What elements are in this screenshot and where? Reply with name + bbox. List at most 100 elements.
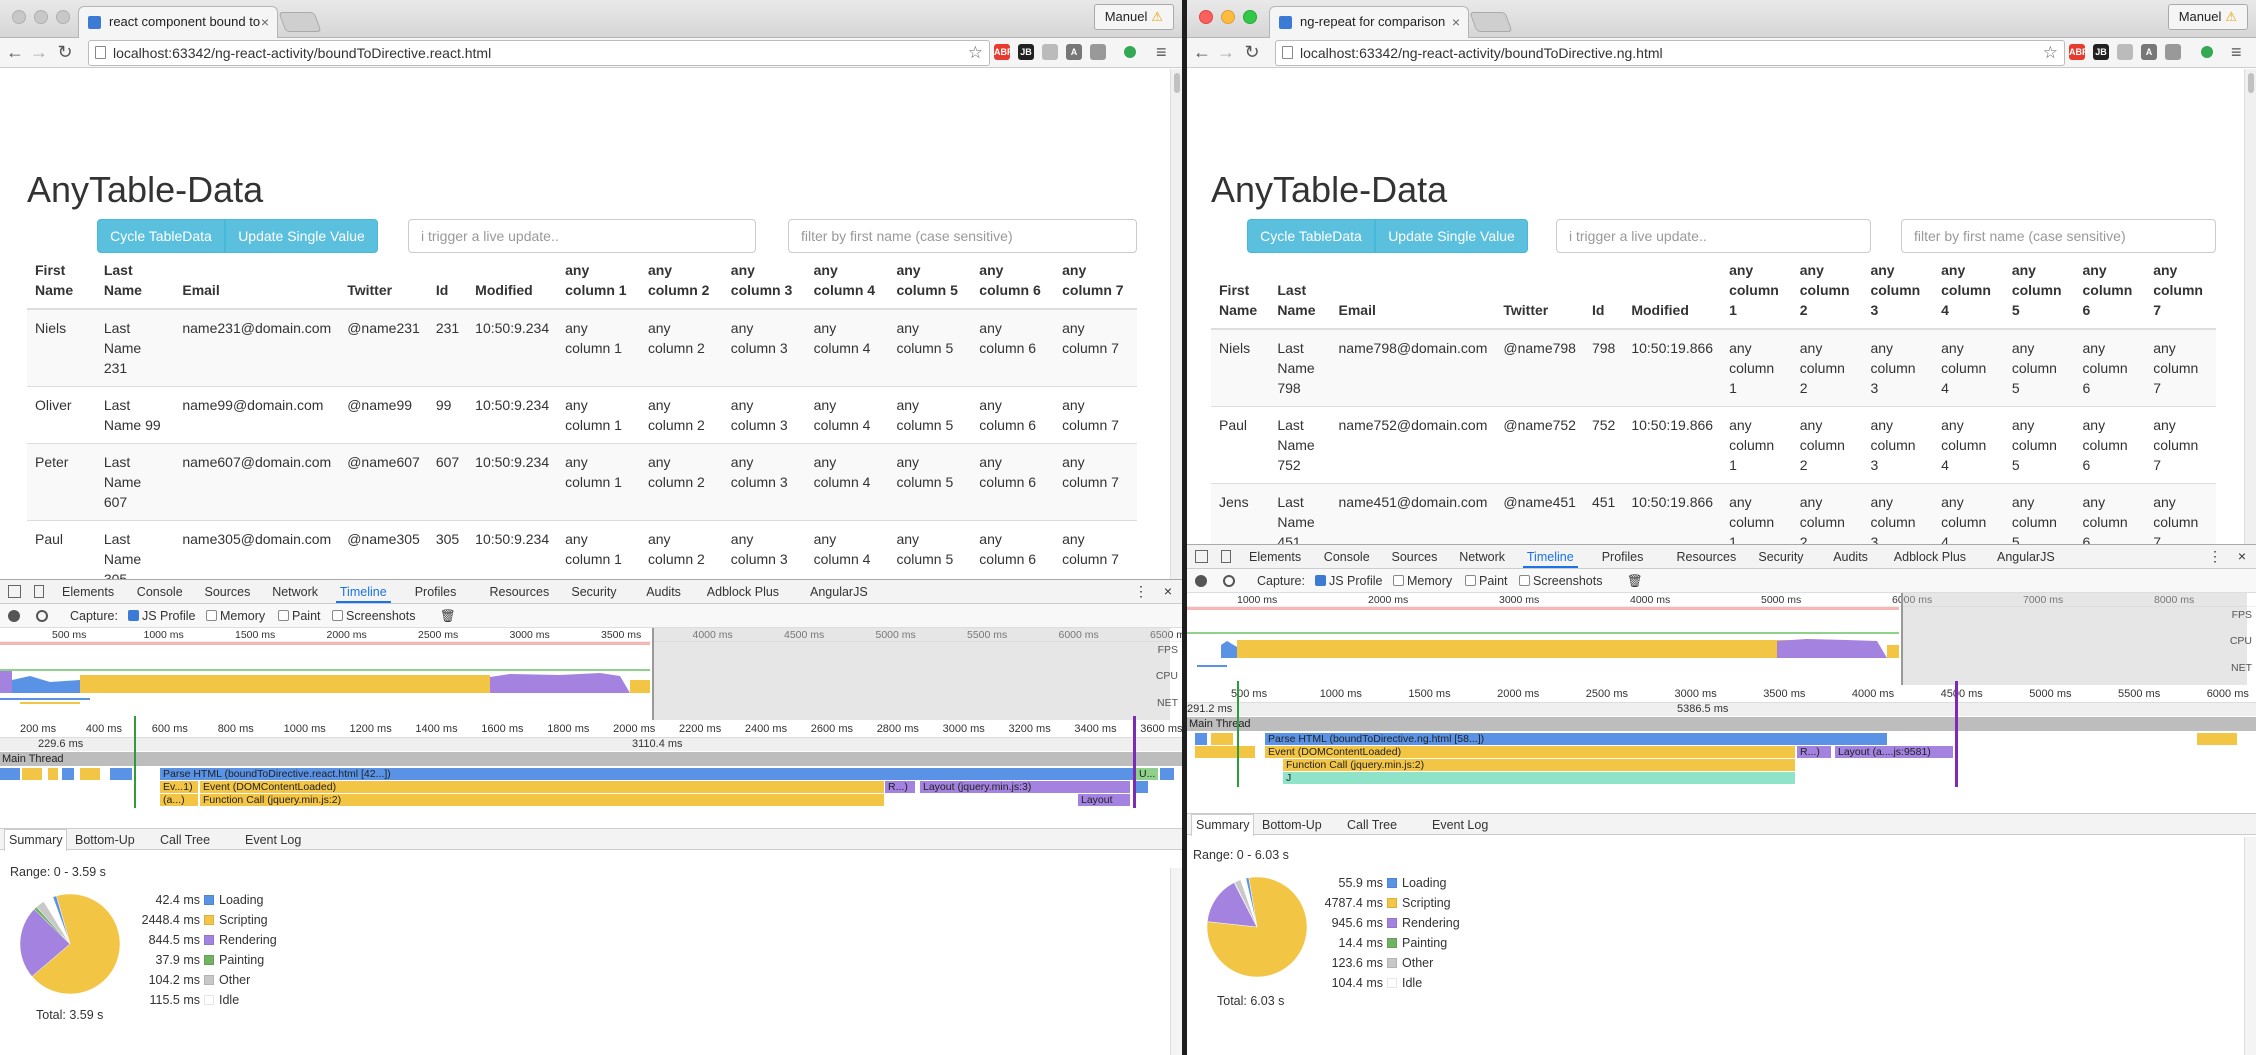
cycle-tabledata-button[interactable]: Cycle TableData bbox=[1247, 219, 1375, 253]
status-dot-icon[interactable] bbox=[2201, 46, 2213, 58]
summary-tab[interactable]: Bottom-Up bbox=[1262, 818, 1322, 832]
browser-tab[interactable]: react component bound to × bbox=[78, 6, 278, 38]
minimize-window-button[interactable] bbox=[34, 10, 48, 24]
devtools-tab[interactable]: Security bbox=[1758, 550, 1803, 564]
profile-button[interactable]: Manuel ⚠ bbox=[2167, 4, 2248, 30]
devtools-tab[interactable]: Profiles bbox=[415, 585, 457, 599]
devtools-tab[interactable]: Sources bbox=[205, 585, 251, 599]
inspect-icon[interactable] bbox=[8, 585, 21, 598]
devtools-tab[interactable]: Console bbox=[137, 585, 183, 599]
zoom-window-button[interactable] bbox=[56, 10, 70, 24]
reload-icon[interactable]: ↻ bbox=[54, 42, 76, 63]
function-call-event[interactable]: Function Call (jquery.min.js:2) bbox=[200, 794, 884, 806]
record-icon[interactable] bbox=[8, 610, 20, 622]
devtools-tab[interactable]: Elements bbox=[1249, 550, 1301, 564]
main-thread-label[interactable]: Main Thread bbox=[1187, 717, 2256, 731]
recalc-event[interactable]: R...) bbox=[885, 781, 915, 793]
devtools-tab[interactable]: Audits bbox=[1833, 550, 1868, 564]
extension-icon[interactable] bbox=[2117, 44, 2133, 60]
layout-jquery-event[interactable]: Layout (jquery.min.js:3) bbox=[920, 781, 1130, 793]
jetbrains-icon[interactable]: JB bbox=[1018, 44, 1034, 60]
status-dot-icon[interactable] bbox=[1124, 46, 1136, 58]
device-mode-icon[interactable] bbox=[34, 585, 44, 598]
update-single-value-button[interactable]: Update Single Value bbox=[225, 219, 378, 253]
summary-tab[interactable]: Summary bbox=[4, 829, 68, 851]
function-call-event[interactable]: Function Call (jquery.min.js:2) bbox=[1283, 759, 1795, 771]
paint-checkbox[interactable]: Paint bbox=[1465, 574, 1508, 588]
j-event[interactable]: J bbox=[1283, 772, 1795, 784]
domcontentloaded-event[interactable]: Event (DOMContentLoaded) bbox=[200, 781, 884, 793]
short-event[interactable]: U... bbox=[1136, 768, 1158, 780]
adblock-plus-icon[interactable]: ABP bbox=[2069, 44, 2088, 60]
anon-event[interactable]: (a...) bbox=[160, 794, 198, 806]
page-scrollbar[interactable] bbox=[2244, 69, 2256, 544]
forward-icon[interactable]: → bbox=[1215, 42, 1237, 63]
summary-tab[interactable]: Call Tree bbox=[160, 833, 210, 847]
devtools-tab[interactable]: Profiles bbox=[1602, 550, 1644, 564]
live-update-input[interactable]: i trigger a live update.. bbox=[1556, 219, 1871, 253]
trash-icon[interactable]: 🗑 bbox=[440, 609, 456, 624]
devtools-tab[interactable]: Console bbox=[1324, 550, 1370, 564]
more-options-icon[interactable]: ⋮ bbox=[1134, 583, 1148, 600]
live-update-input[interactable]: i trigger a live update.. bbox=[408, 219, 756, 253]
layout-event[interactable]: Layout bbox=[1078, 794, 1130, 806]
menu-icon[interactable]: ≡ bbox=[1156, 42, 1167, 63]
more-options-icon[interactable]: ⋮ bbox=[2208, 548, 2222, 565]
extension-icon[interactable] bbox=[1090, 44, 1106, 60]
close-devtools-icon[interactable]: × bbox=[1164, 583, 1172, 599]
tab-close-icon[interactable]: × bbox=[261, 7, 269, 37]
devtools-tab[interactable]: Adblock Plus bbox=[707, 585, 779, 599]
js-profile-checkbox[interactable]: JS Profile bbox=[1315, 574, 1383, 588]
devtools-tab[interactable]: Timeline bbox=[335, 585, 391, 603]
update-single-value-button[interactable]: Update Single Value bbox=[1375, 219, 1528, 253]
tab-close-icon[interactable]: × bbox=[1452, 7, 1460, 37]
summary-tab[interactable]: Call Tree bbox=[1347, 818, 1397, 832]
memory-checkbox[interactable]: Memory bbox=[206, 609, 265, 623]
memory-checkbox[interactable]: Memory bbox=[1393, 574, 1452, 588]
js-profile-checkbox[interactable]: JS Profile bbox=[128, 609, 196, 623]
summary-tab[interactable]: Event Log bbox=[245, 833, 301, 847]
angularjs-icon[interactable]: A bbox=[1066, 44, 1082, 60]
devtools-tab[interactable]: Adblock Plus bbox=[1894, 550, 1966, 564]
trash-icon[interactable]: 🗑 bbox=[1627, 574, 1643, 589]
close-devtools-icon[interactable]: × bbox=[2238, 548, 2246, 564]
clear-icon[interactable] bbox=[36, 610, 48, 622]
adblock-plus-icon[interactable]: ABP bbox=[994, 44, 1013, 60]
summary-tab[interactable]: Summary bbox=[1191, 814, 1255, 836]
new-tab-button[interactable] bbox=[1469, 12, 1513, 32]
extension-icon[interactable] bbox=[1042, 44, 1058, 60]
browser-tab[interactable]: ng-repeat for comparison × bbox=[1269, 6, 1469, 38]
summary-tab[interactable]: Event Log bbox=[1432, 818, 1488, 832]
inspect-icon[interactable] bbox=[1195, 550, 1208, 563]
back-icon[interactable]: ← bbox=[4, 42, 26, 63]
address-bar[interactable]: localhost:63342/ng-react-activity/boundT… bbox=[88, 40, 990, 66]
jetbrains-icon[interactable]: JB bbox=[2093, 44, 2109, 60]
extension-icon[interactable] bbox=[2165, 44, 2181, 60]
devtools-tab[interactable]: Security bbox=[571, 585, 616, 599]
close-window-button[interactable] bbox=[12, 10, 26, 24]
zoom-window-button[interactable] bbox=[1243, 10, 1257, 24]
bookmark-star-icon[interactable]: ☆ bbox=[968, 41, 983, 65]
bookmark-star-icon[interactable]: ☆ bbox=[2043, 41, 2058, 65]
devtools-tab[interactable]: Timeline bbox=[1522, 550, 1578, 568]
summary-tab[interactable]: Bottom-Up bbox=[75, 833, 135, 847]
domcontentloaded-event[interactable]: Event (DOMContentLoaded) bbox=[1265, 746, 1795, 758]
parse-html-event[interactable]: Parse HTML (boundToDirective.react.html … bbox=[160, 768, 1135, 780]
screenshots-checkbox[interactable]: Screenshots bbox=[332, 609, 415, 623]
screenshots-checkbox[interactable]: Screenshots bbox=[1519, 574, 1602, 588]
parse-html-event[interactable]: Parse HTML (boundToDirective.ng.html [58… bbox=[1265, 733, 1887, 745]
summary-scrollbar[interactable] bbox=[2244, 837, 2256, 1055]
filter-input[interactable]: filter by first name (case sensitive) bbox=[788, 219, 1137, 253]
devtools-tab[interactable]: Audits bbox=[646, 585, 681, 599]
summary-scrollbar[interactable] bbox=[1170, 868, 1182, 1055]
back-icon[interactable]: ← bbox=[1191, 42, 1213, 63]
cycle-tabledata-button[interactable]: Cycle TableData bbox=[97, 219, 225, 253]
menu-icon[interactable]: ≡ bbox=[2231, 42, 2242, 63]
devtools-tab[interactable]: Network bbox=[1459, 550, 1505, 564]
devtools-tab[interactable]: AngularJS bbox=[1997, 550, 2055, 564]
main-thread-label[interactable]: Main Thread bbox=[0, 752, 1182, 766]
timeline-overview[interactable]: 500 ms 1000 ms 1500 ms 2000 ms 2500 ms 3000 m… bbox=[0, 628, 1182, 720]
devtools-tab[interactable]: Sources bbox=[1392, 550, 1438, 564]
flame-chart[interactable]: Parse HTML (boundToDirective.react.html … bbox=[0, 716, 1182, 808]
minimize-window-button[interactable] bbox=[1221, 10, 1235, 24]
